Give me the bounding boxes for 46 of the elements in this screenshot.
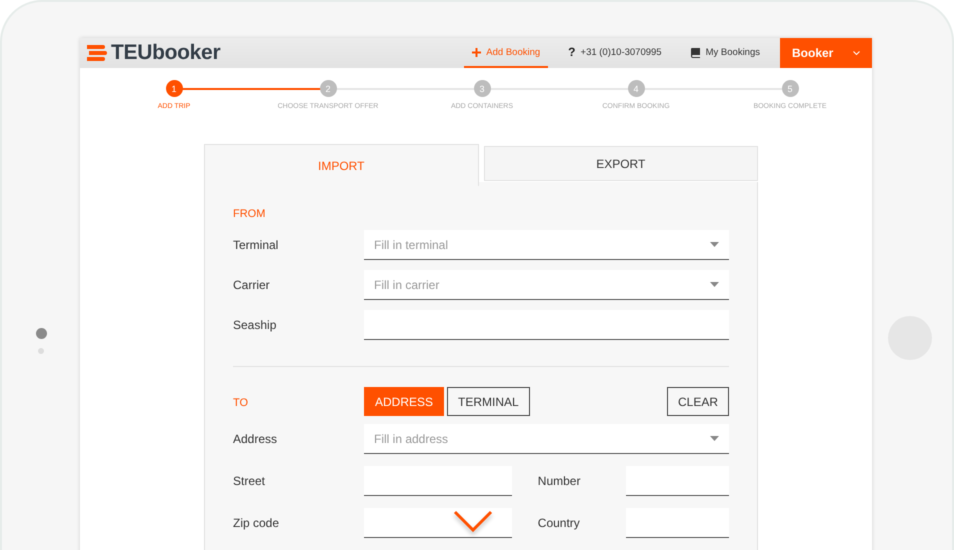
section-heading: FROM xyxy=(233,208,266,220)
dropdown-caret-icon xyxy=(710,436,719,441)
clear-button[interactable]: CLEAR xyxy=(666,387,729,416)
logo-icon xyxy=(87,45,107,61)
field-label: Country xyxy=(536,516,581,530)
field-label: Seaship xyxy=(233,318,278,332)
sensor-icon xyxy=(38,348,44,354)
dropdown-caret-icon xyxy=(710,242,719,247)
field-label: Zip code xyxy=(233,516,280,530)
field-label: Address xyxy=(233,432,278,446)
dropdown-field[interactable]: Fill in address xyxy=(364,424,729,454)
nav-link-label: My Bookings xyxy=(706,46,760,58)
nav-link[interactable]: My Bookings xyxy=(682,38,768,68)
tab[interactable]: EXPORT xyxy=(484,146,758,181)
input-field[interactable] xyxy=(364,508,512,538)
nav-link[interactable]: Add Booking xyxy=(464,38,548,68)
step-number: 4 xyxy=(628,80,644,97)
input-field[interactable] xyxy=(626,508,729,538)
input-field[interactable] xyxy=(626,466,729,496)
camera-icon xyxy=(36,328,46,339)
user-menu-button[interactable]: Booker xyxy=(780,38,872,68)
step-number: 1 xyxy=(166,80,182,97)
nav-link-label: +31 (0)10-3070995 xyxy=(580,46,662,58)
logo-text: TEUbooker xyxy=(111,41,220,65)
dropdown-field[interactable]: Fill in carrier xyxy=(364,270,729,300)
dropdown-field[interactable]: Fill in terminal xyxy=(364,230,729,260)
dropdown-caret-icon xyxy=(710,282,719,287)
tab[interactable]: IMPORT xyxy=(204,144,478,186)
field-label: Street xyxy=(233,474,266,488)
book-icon xyxy=(690,46,701,58)
question-icon: ? xyxy=(568,45,576,59)
nav-link-label: Add Booking xyxy=(486,46,540,58)
step-number: 3 xyxy=(474,80,490,97)
step-number: 2 xyxy=(320,80,336,97)
input-field[interactable] xyxy=(364,466,512,496)
section-heading: TO xyxy=(233,396,248,408)
step-number: 5 xyxy=(782,80,798,97)
toggle-button[interactable]: TERMINAL xyxy=(447,387,530,416)
input-field[interactable] xyxy=(364,310,729,340)
plus-icon xyxy=(472,48,482,56)
field-label: Carrier xyxy=(233,278,271,292)
field-label: Terminal xyxy=(233,238,280,252)
toggle-button[interactable]: ADDRESS xyxy=(364,387,444,416)
chevron-down-icon xyxy=(853,51,860,55)
nav-link[interactable]: ? +31 (0)10-3070995 xyxy=(560,38,670,68)
field-label: Number xyxy=(536,474,582,488)
